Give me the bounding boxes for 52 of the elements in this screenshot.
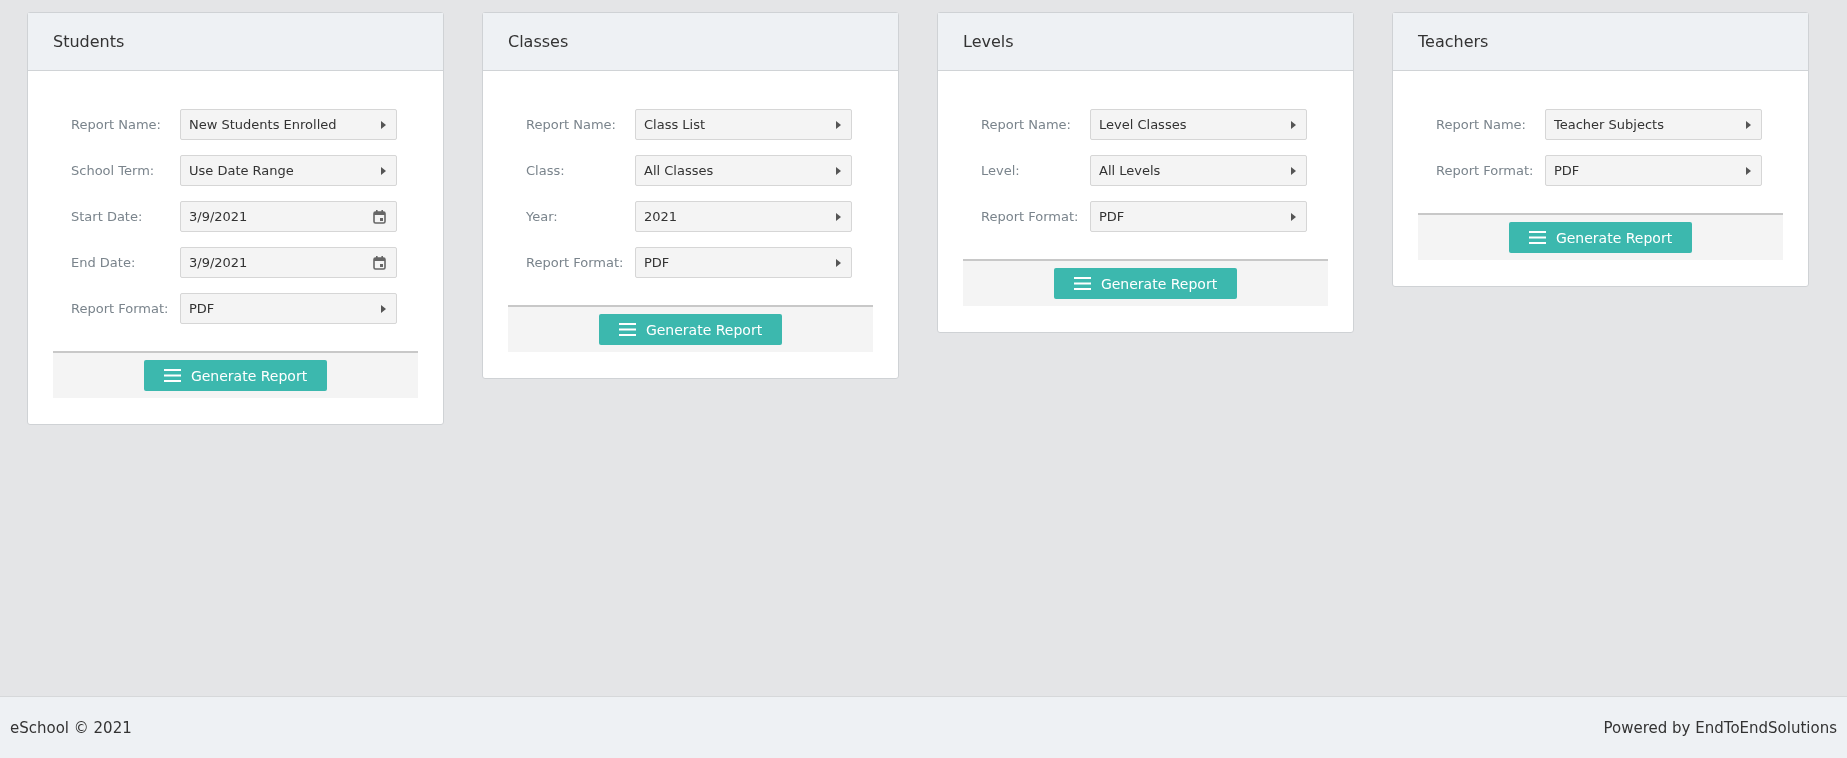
field-label: Report Name: — [1435, 117, 1527, 132]
copyright-text: eSchool © 2021 — [10, 718, 132, 737]
caret-icon — [836, 212, 841, 221]
powered-by-text: Powered by EndToEndSolutions — [1603, 718, 1837, 737]
dropdown-field[interactable]: PDF — [180, 293, 397, 324]
dropdown-field[interactable]: PDF — [635, 247, 852, 278]
dropdown-field[interactable]: Teacher Subjects — [1545, 109, 1762, 140]
card-title: Teachers — [1418, 32, 1489, 51]
field-label: Report Format: — [980, 209, 1080, 224]
dropdown-field[interactable]: PDF — [1090, 201, 1307, 232]
caret-icon — [1746, 120, 1751, 129]
caret-icon — [836, 166, 841, 175]
caret-icon — [836, 120, 841, 129]
caret-icon — [1291, 120, 1296, 129]
date-field[interactable]: 3/9/2021 — [180, 247, 397, 278]
menu-icon — [163, 369, 181, 382]
field-label: Report Name: — [70, 117, 162, 132]
caret-icon — [381, 166, 386, 175]
menu-icon — [1073, 277, 1091, 290]
calendar-icon — [373, 209, 386, 224]
field-label: End Date: — [70, 255, 137, 270]
card-title: Levels — [963, 32, 1014, 51]
menu-icon — [1528, 231, 1546, 244]
field-label: Start Date: — [70, 209, 144, 224]
dropdown-field[interactable]: All Classes — [635, 155, 852, 186]
field-label: Year: — [525, 209, 559, 224]
caret-icon — [381, 304, 386, 313]
field-label: Report Format: — [1435, 163, 1535, 178]
calendar-icon — [373, 255, 386, 270]
caret-icon — [1291, 212, 1296, 221]
menu-icon — [618, 323, 636, 336]
caret-icon — [836, 258, 841, 267]
field-label: School Term: — [70, 163, 156, 178]
field-label: Class: — [525, 163, 566, 178]
field-label: Report Format: — [525, 255, 625, 270]
card-title: Classes — [508, 32, 569, 51]
field-label: Report Name: — [525, 117, 617, 132]
card-title: Students — [53, 32, 125, 51]
field-label: Level: — [980, 163, 1021, 178]
dropdown-field[interactable]: Level Classes — [1090, 109, 1307, 140]
caret-icon — [1746, 166, 1751, 175]
date-field[interactable]: 3/9/2021 — [180, 201, 397, 232]
field-label: Report Name: — [980, 117, 1072, 132]
dropdown-field[interactable]: 2021 — [635, 201, 852, 232]
dropdown-field[interactable]: All Levels — [1090, 155, 1307, 186]
field-label: Report Format: — [70, 301, 170, 316]
caret-icon — [1291, 166, 1296, 175]
dropdown-field[interactable]: Use Date Range — [180, 155, 397, 186]
dropdown-field[interactable]: PDF — [1545, 155, 1762, 186]
dropdown-field[interactable]: New Students Enrolled — [180, 109, 397, 140]
dropdown-field[interactable]: Class List — [635, 109, 852, 140]
caret-icon — [381, 120, 386, 129]
